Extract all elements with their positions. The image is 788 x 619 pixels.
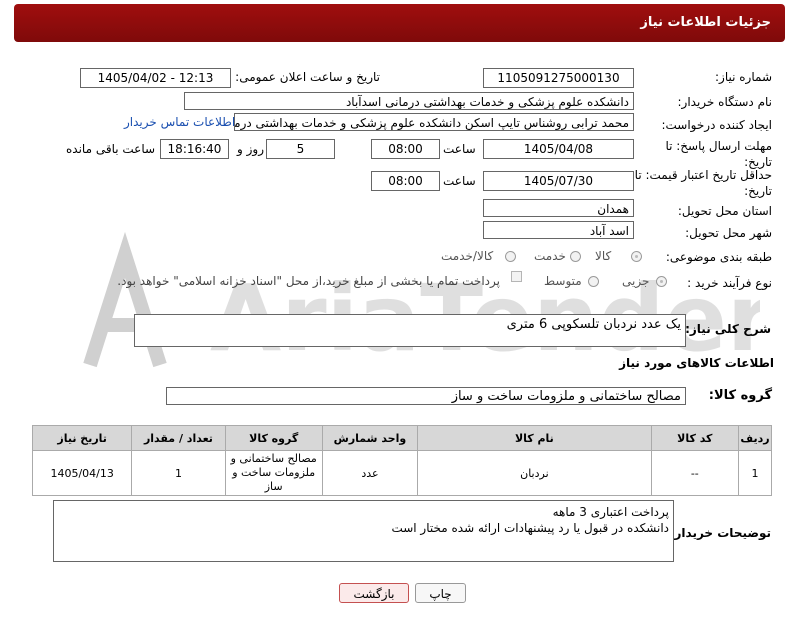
goods-group-label: گروه کالا:	[708, 388, 772, 403]
print-button[interactable]: چاپ	[415, 583, 466, 603]
validity-date-field: 1405/07/30	[483, 171, 634, 191]
header-bar: جزئیات اطلاعات نیاز	[14, 4, 785, 42]
description-label: شرح کلی نیاز:	[685, 322, 771, 336]
city-label: شهر محل تحویل:	[685, 226, 772, 240]
process-medium-label: متوسط	[544, 274, 582, 288]
process-medium-radio[interactable]	[588, 276, 599, 287]
goods-table: ردیف کد کالا نام کالا واحد شمارش گروه کا…	[31, 425, 773, 496]
table-row: 1 -- نردبان عدد مصالح ساختمانی و ملزومات…	[31, 450, 773, 496]
validity-time-label: ساعت	[443, 174, 476, 188]
col-qty: تعداد / مقدار	[131, 425, 226, 451]
cell-code: --	[650, 450, 739, 496]
page-header: جزئیات اطلاعات نیاز	[0, 0, 788, 52]
category-label: طبقه بندی موضوعی:	[665, 250, 772, 264]
buyer-org-field: دانشکده علوم پزشکی و خدمات بهداشتی درمان…	[184, 92, 634, 110]
cell-name: نردبان	[417, 450, 652, 496]
category-service-label: خدمت	[534, 249, 566, 263]
cell-unit: عدد	[321, 450, 419, 496]
buyer-contact-link[interactable]: اطلاعات تماس خریدار	[124, 115, 235, 129]
goods-section-title: اطلاعات کالاهای مورد نیاز	[619, 356, 774, 370]
treasury-payment-note: پرداخت تمام یا بخشی از مبلغ خرید،از محل …	[117, 274, 500, 288]
category-goods-radio[interactable]	[631, 251, 642, 262]
need-number-field: 1105091275000130	[483, 68, 634, 88]
category-goods-label: کالا	[595, 249, 612, 263]
category-goods-service-label: کالا/خدمت	[441, 249, 494, 263]
deadline-time-field: 08:00	[371, 139, 440, 159]
page-title: جزئیات اطلاعات نیاز	[640, 15, 771, 30]
col-row: ردیف	[737, 425, 773, 451]
announce-datetime-field: 1405/04/02 - 12:13	[80, 68, 231, 88]
buyer-notes-textarea[interactable]: پرداخت اعتباری 3 ماهه دانشکده در قبول یا…	[53, 500, 674, 562]
remaining-time-field: 18:16:40	[160, 139, 229, 159]
validity-time-field: 08:00	[371, 171, 440, 191]
deadline-label: مهلت ارسال پاسخ: تا تاریخ:	[665, 139, 772, 169]
cell-date: 1405/04/13	[31, 450, 133, 496]
goods-group-field: مصالح ساختمانی و ملزومات ساخت و ساز	[166, 387, 686, 405]
cell-group: مصالح ساختمانی و ملزومات ساخت و ساز	[224, 450, 323, 496]
province-label: استان محل تحویل:	[677, 204, 772, 218]
deadline-time-label: ساعت	[443, 142, 476, 156]
process-label: نوع فرآیند خرید :	[687, 276, 772, 290]
treasury-payment-checkbox[interactable]	[511, 271, 522, 282]
category-service-radio[interactable]	[570, 251, 581, 262]
description-textarea[interactable]: یک عدد نردبان تلسکوپی 6 متری	[134, 314, 686, 347]
buyer-notes-line2: دانشکده در قبول یا رد پیشنهادات ارائه شد…	[391, 521, 669, 535]
days-label: روز و	[237, 142, 264, 156]
creator-field: محمد ترابی روشناس تایپ اسکن دانشکده علوم…	[234, 113, 634, 131]
buyer-notes-line1: پرداخت اعتباری 3 ماهه	[552, 505, 669, 519]
province-field: همدان	[483, 199, 634, 217]
need-number-label: شماره نیاز:	[715, 70, 772, 84]
col-date: تاریخ نیاز	[31, 425, 133, 451]
cell-row: 1	[737, 450, 773, 496]
category-goods-service-radio[interactable]	[505, 251, 516, 262]
announce-label: تاریخ و ساعت اعلان عمومی:	[235, 70, 380, 84]
validity-label: حداقل تاریخ اعتبار قیمت: تا تاریخ:	[634, 168, 772, 198]
creator-label: ایجاد کننده درخواست:	[661, 118, 772, 132]
col-name: نام کالا	[417, 425, 652, 451]
process-small-label: جزیی	[622, 274, 650, 288]
days-field: 5	[266, 139, 335, 159]
city-field: اسد آباد	[483, 221, 634, 239]
cell-qty: 1	[131, 450, 226, 496]
col-unit: واحد شمارش	[321, 425, 419, 451]
process-small-radio[interactable]	[656, 276, 667, 287]
remaining-label: ساعت باقی مانده	[66, 142, 156, 156]
col-group: گروه کالا	[224, 425, 323, 451]
deadline-date-field: 1405/04/08	[483, 139, 634, 159]
buyer-notes-label: توضیحات خریدار:	[669, 526, 771, 540]
back-button[interactable]: بازگشت	[339, 583, 409, 603]
buyer-org-label: نام دستگاه خریدار:	[677, 95, 773, 109]
col-code: کد کالا	[650, 425, 739, 451]
goods-table-header: ردیف کد کالا نام کالا واحد شمارش گروه کا…	[31, 425, 773, 451]
